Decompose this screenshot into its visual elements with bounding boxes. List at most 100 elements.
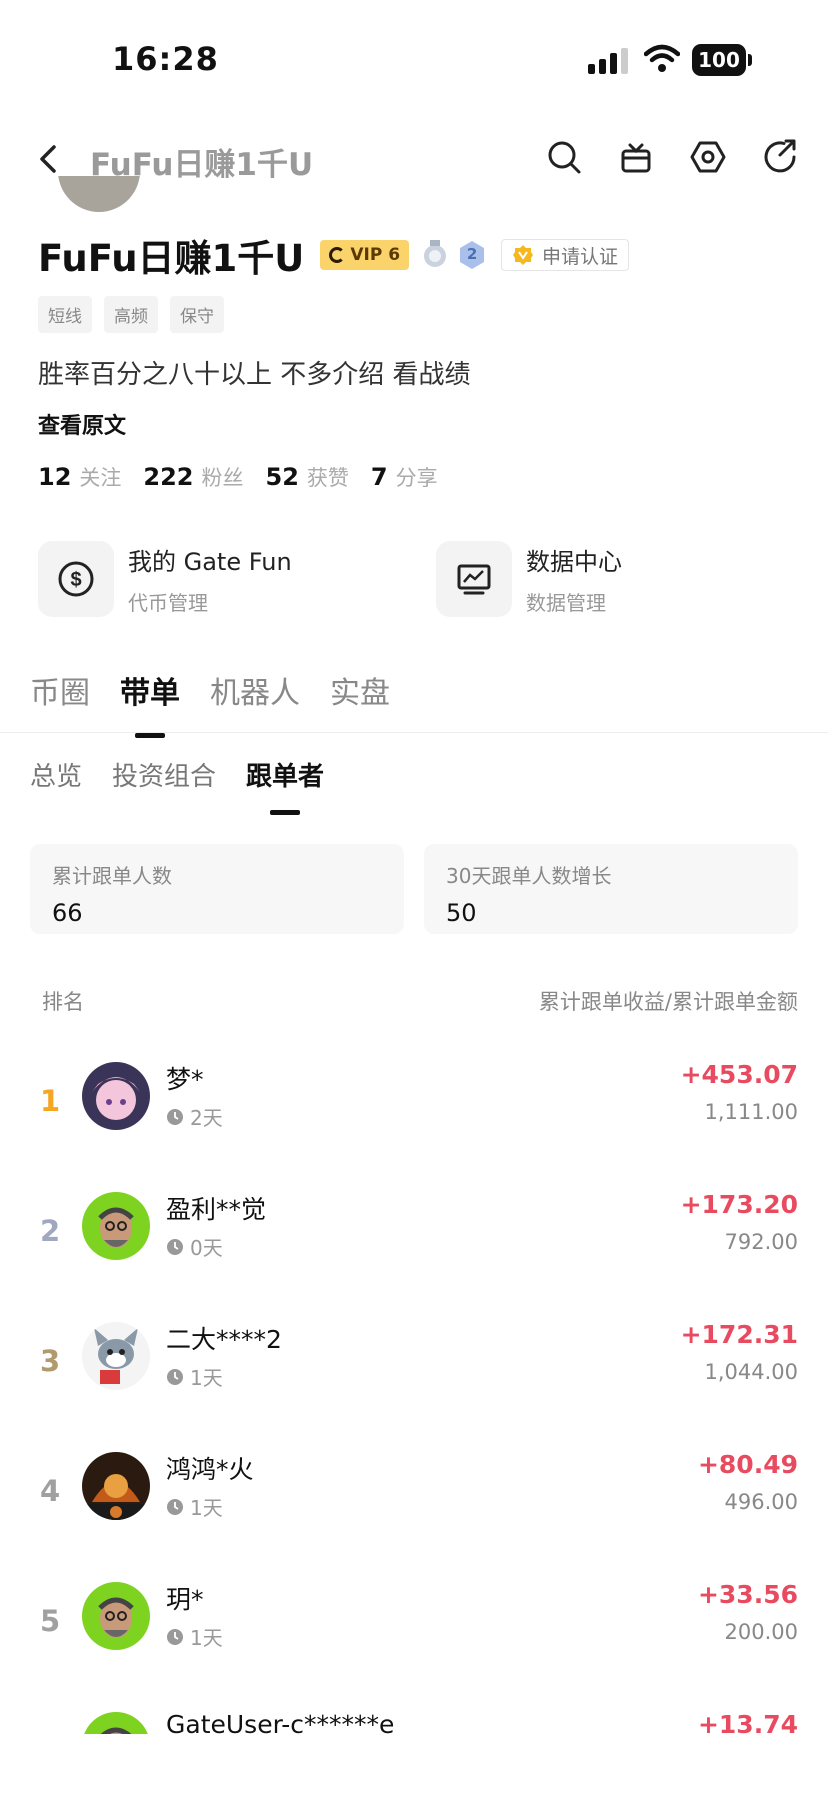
follow-days: 2天 (190, 1106, 223, 1130)
main-tabs: 币圈 带单 机器人 实盘 (30, 668, 390, 738)
follower-row[interactable]: 5 玥* 1天 +33.56 200.00 (0, 1568, 828, 1668)
avatar (82, 1452, 150, 1520)
level-badge[interactable]: 2 (457, 240, 487, 270)
follower-name: 鸿鸿*火 (166, 1455, 254, 1484)
profile-header: FuFu日赚1千U VIP 6 2 申请认证 (38, 230, 630, 280)
share-icon[interactable] (760, 137, 800, 177)
tab-bots[interactable]: 机器人 (210, 668, 300, 712)
summary-value: 50 (446, 899, 477, 927)
shortcut-subtitle: 代币管理 (128, 591, 208, 615)
profile-tags: 短线 高频 保守 (38, 296, 224, 333)
apply-verify-button[interactable]: 申请认证 (501, 239, 630, 271)
chart-monitor-icon (457, 564, 491, 595)
list-header-rank: 排名 (42, 990, 84, 1014)
tag-item: 高频 (104, 296, 158, 333)
follower-row[interactable]: 3 二大****2 1天 +172.31 1,044.00 (0, 1308, 828, 1408)
tag-item: 短线 (38, 296, 92, 333)
status-bar: 16:28 100 (0, 0, 828, 120)
clock-icon (167, 1368, 183, 1385)
verify-badge-icon (513, 245, 534, 265)
verify-label: 申请认证 (542, 245, 619, 268)
sub-tabs: 总览 投资组合 跟单者 (30, 756, 324, 815)
summary-label: 累计跟单人数 (52, 864, 172, 888)
medal-icon[interactable] (421, 240, 449, 270)
stat-following[interactable]: 12 关注 (38, 462, 121, 492)
follower-row[interactable]: 4 鸿鸿*火 1天 +80.49 496.00 (0, 1438, 828, 1538)
vip-badge[interactable]: VIP 6 (320, 240, 410, 270)
follow-days: 1天 (190, 1626, 223, 1650)
follower-amount: 1,111.00 (704, 1100, 798, 1124)
subtab-followers[interactable]: 跟单者 (246, 756, 324, 815)
battery-icon: 100 (692, 44, 752, 76)
list-header-earnings: 累计跟单收益/累计跟单金额 (538, 990, 798, 1014)
follow-days: 1天 (190, 1366, 223, 1390)
search-icon[interactable] (544, 137, 584, 177)
rank-number: 1 (40, 1084, 61, 1118)
divider (0, 732, 828, 733)
profile-avatar[interactable] (58, 176, 140, 212)
rank-number: 2 (40, 1214, 61, 1248)
follow-days: 0天 (190, 1236, 223, 1260)
clock-icon (167, 1238, 183, 1255)
wifi-icon (644, 44, 680, 72)
total-followers-card: 累计跟单人数 66 (30, 844, 404, 934)
follower-amount: 496.00 (724, 1490, 798, 1514)
summary-value: 66 (52, 899, 83, 927)
status-time: 16:28 (112, 40, 219, 78)
stat-shares[interactable]: 7 分享 (371, 462, 438, 492)
svg-text:$: $ (70, 569, 81, 591)
gift-icon[interactable] (616, 137, 656, 177)
bottom-cutoff (0, 1734, 828, 1800)
tab-copy-trading[interactable]: 带单 (120, 668, 180, 738)
shortcut-title: 数据中心 (526, 548, 622, 576)
follow-days: 1天 (190, 1496, 223, 1520)
back-arrow-icon[interactable] (34, 139, 64, 179)
clock-icon (167, 1628, 183, 1645)
tab-live[interactable]: 实盘 (330, 668, 390, 712)
rank-number: 4 (40, 1474, 61, 1508)
follower-name: 二大****2 (166, 1325, 282, 1354)
clock-icon (167, 1108, 183, 1125)
follower-amount: 200.00 (724, 1620, 798, 1644)
level-number: 2 (466, 245, 478, 263)
avatar (82, 1582, 150, 1650)
follower-name: 盈利**觉 (166, 1195, 267, 1224)
summary-label: 30天跟单人数增长 (446, 864, 612, 888)
rank-number: 5 (40, 1604, 61, 1638)
vip-label: VIP 6 (350, 245, 401, 265)
battery-level: 100 (692, 44, 746, 76)
profile-stats: 12 关注 222 粉丝 52 获赞 7 分享 (38, 462, 438, 492)
follower-row[interactable]: 1 梦* 2天 +453.07 1,111.00 (0, 1048, 828, 1148)
rank-number: 3 (40, 1344, 61, 1378)
gate-logo-icon (329, 247, 346, 263)
follower-amount: 1,044.00 (704, 1360, 798, 1384)
follower-profit: +33.56 (697, 1580, 798, 1609)
view-original-link[interactable]: 查看原文 (38, 408, 126, 440)
follower-name: 梦* (166, 1065, 204, 1094)
follower-row[interactable]: 2 盈利**觉 0天 +173.20 792.00 (0, 1178, 828, 1278)
dollar-circle-icon: $ (58, 561, 94, 597)
subtab-portfolio[interactable]: 投资组合 (112, 756, 216, 793)
settings-hex-icon[interactable] (688, 137, 728, 177)
data-center-shortcut[interactable]: 数据中心 数据管理 (436, 540, 622, 618)
avatar (82, 1192, 150, 1260)
follower-name: 玥* (166, 1585, 204, 1614)
nav-actions (544, 137, 800, 177)
stat-likes[interactable]: 52 获赞 (266, 462, 349, 492)
follower-growth-card: 30天跟单人数增长 50 (424, 844, 798, 934)
clock-icon (167, 1498, 183, 1515)
cellular-signal-icon (588, 48, 628, 74)
profile-name: FuFu日赚1千U (38, 237, 305, 280)
avatar (82, 1322, 150, 1390)
follower-profit: +453.07 (680, 1060, 798, 1089)
follower-profit: +172.31 (680, 1320, 798, 1349)
subtab-overview[interactable]: 总览 (30, 756, 82, 793)
profile-bio: 胜率百分之八十以上 不多介绍 看战绩 (38, 360, 471, 390)
follower-profit: +80.49 (697, 1450, 798, 1479)
stat-followers[interactable]: 222 粉丝 (143, 462, 243, 492)
shortcut-title: 我的 Gate Fun (128, 548, 292, 576)
tab-crypto-circle[interactable]: 币圈 (30, 668, 90, 712)
gate-fun-shortcut[interactable]: $ 我的 Gate Fun 代币管理 (38, 540, 292, 618)
follower-amount: 792.00 (724, 1230, 798, 1254)
avatar (82, 1062, 150, 1130)
